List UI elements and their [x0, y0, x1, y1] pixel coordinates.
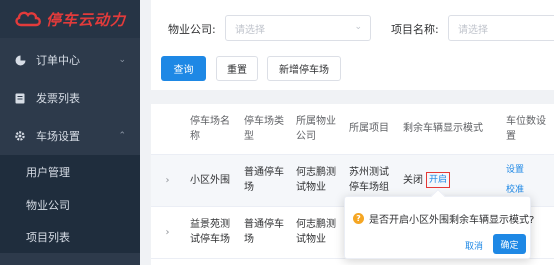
- parking-lot-type: 普通停车场: [238, 154, 290, 207]
- sidebar-item-label: 物业公司: [26, 199, 70, 212]
- search-button[interactable]: 查询: [161, 56, 206, 81]
- expand-row-icon[interactable]: ›: [151, 154, 184, 207]
- popconfirm-message: 是否开启小区外围剩余车辆显示模式?: [369, 215, 535, 226]
- project-name-label: 项目名称:: [391, 23, 439, 36]
- sidebar-item-label: 车场设置: [36, 130, 80, 143]
- gear-icon: [14, 130, 26, 142]
- document-icon: [14, 92, 26, 104]
- sidebar-item-label: 发票列表: [36, 92, 80, 105]
- sidebar-item-label: 订单中心: [36, 54, 80, 67]
- parking-lot-name: 益景苑测试停车场: [184, 206, 238, 259]
- display-mode-status: 关闭: [403, 174, 423, 186]
- table-header-row: 停车场名称 停车场类型 所属物业公司 所属项目 剩余车辆显示模式 车位数设置: [151, 104, 554, 155]
- sidebar-item-invoices[interactable]: 发票列表: [0, 79, 140, 117]
- cloud-logo-icon: [15, 11, 41, 27]
- popconfirm-confirm-button[interactable]: 确定: [493, 234, 526, 254]
- sidebar-item-user-management[interactable]: 用户管理: [0, 155, 140, 189]
- sidebar-item-project-list[interactable]: 项目列表: [0, 221, 140, 253]
- property-company-label: 物业公司:: [168, 23, 216, 36]
- display-mode-wrap: 关闭 开启: [403, 172, 451, 188]
- warning-icon: ?: [353, 213, 364, 224]
- parking-lot-type: 普通停车场: [238, 206, 290, 259]
- enable-mode-link[interactable]: 开启: [426, 172, 451, 188]
- select-placeholder: 请选择: [458, 24, 488, 36]
- reset-button[interactable]: 重置: [216, 56, 258, 81]
- chevron-down-icon: ⌄: [354, 22, 362, 32]
- column-header: 所属物业公司: [290, 104, 343, 155]
- sidebar-item-orders[interactable]: 订单中心 ⌄: [0, 41, 140, 79]
- column-header: 停车场类型: [238, 104, 290, 155]
- property-company: 何志鹏测试物业: [290, 154, 343, 207]
- property-company-select[interactable]: 请选择 ⌄: [225, 15, 371, 41]
- sidebar-item-parking-settings[interactable]: 车场设置 ⌃: [0, 117, 140, 155]
- popconfirm-message-wrap: ? 是否开启小区外围剩余车辆显示模式?: [353, 211, 534, 226]
- chevron-down-icon: ⌄: [118, 55, 126, 65]
- column-header: 停车场名称: [184, 104, 238, 155]
- popconfirm-cancel-button[interactable]: 取消: [465, 239, 483, 252]
- add-parking-lot-button[interactable]: 新增停车场: [267, 56, 341, 81]
- sidebar-item-property-company[interactable]: 物业公司: [0, 189, 140, 221]
- settings-link[interactable]: 设置: [506, 160, 548, 180]
- enable-mode-popconfirm: ? 是否开启小区外围剩余车辆显示模式? 取消 确定: [344, 188, 534, 259]
- sidebar-item-label: 用户管理: [26, 166, 70, 179]
- column-header: 剩余车辆显示模式: [397, 104, 500, 155]
- column-header: 车位数设置: [500, 104, 554, 155]
- logo: 停车云动力: [0, 0, 140, 38]
- property-company: 何志鹏测试物业: [290, 206, 343, 259]
- brand-name: 停车云动力: [46, 10, 127, 29]
- select-placeholder: 请选择: [235, 24, 265, 36]
- parking-lot-name: 小区外围: [184, 154, 238, 207]
- expand-header: [151, 104, 184, 155]
- filter-panel: 物业公司: 请选择 ⌄ 项目名称: 请选择 查询 重置 新增停车场: [151, 0, 554, 90]
- project-name-select[interactable]: 请选择: [448, 15, 554, 41]
- expand-row-icon[interactable]: ›: [151, 206, 184, 259]
- column-header: 所属项目: [343, 104, 397, 155]
- sidebar-item-label: 项目列表: [26, 231, 70, 244]
- sidebar: 停车云动力 订单中心 ⌄ 发票列表 车场设置 ⌃ 用户管理 物业公司 项目列表: [0, 0, 140, 265]
- chevron-up-icon: ⌃: [118, 131, 126, 141]
- pie-chart-icon: [14, 54, 26, 66]
- submenu-parking-settings: 用户管理 物业公司 项目列表: [0, 155, 140, 253]
